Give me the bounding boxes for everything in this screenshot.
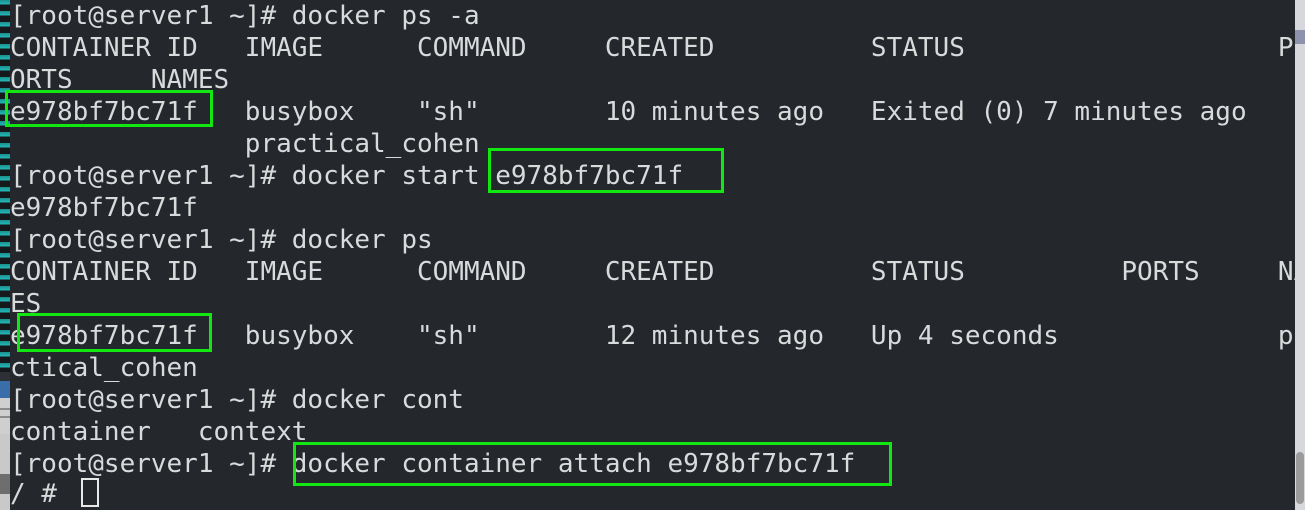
terminal-line-15: [root@server1 ~]# docker container attac… bbox=[10, 449, 856, 479]
terminal-line-7: e978bf7bc71f bbox=[10, 193, 198, 223]
terminal-line-8: [root@server1 ~]# docker ps bbox=[10, 225, 433, 255]
vertical-scrollbar[interactable] bbox=[1295, 0, 1305, 510]
background-window-icon bbox=[0, 474, 10, 494]
terminal-line-12: ctical_cohen bbox=[10, 353, 198, 383]
terminal-line-6: [root@server1 ~]# docker start e978bf7bc… bbox=[10, 161, 684, 191]
terminal-screenshot: [root@server1 ~]# docker ps -a CONTAINER… bbox=[0, 0, 1305, 510]
text-cursor bbox=[81, 478, 99, 507]
terminal-line-16: / # bbox=[10, 479, 73, 509]
terminal-line-4: e978bf7bc71f busybox "sh" 10 minutes ago… bbox=[10, 97, 1247, 127]
terminal-line-3: ORTS NAMES bbox=[10, 65, 230, 95]
terminal-line-11: e978bf7bc71f busybox "sh" 12 minutes ago… bbox=[10, 321, 1295, 351]
terminal-line-5: practical_cohen bbox=[10, 129, 480, 159]
terminal-line-13: [root@server1 ~]# docker cont bbox=[10, 385, 464, 415]
background-window-divider-1 bbox=[0, 408, 10, 410]
scrollbar-thumb[interactable] bbox=[1296, 452, 1304, 504]
background-window-sliver bbox=[0, 0, 10, 510]
terminal-line-10: ES bbox=[10, 289, 42, 319]
background-window-selected-row bbox=[0, 381, 10, 398]
background-window-stripes bbox=[0, 0, 10, 372]
terminal-output-area[interactable]: [root@server1 ~]# docker ps -a CONTAINER… bbox=[10, 0, 1295, 510]
background-window-divider-2 bbox=[0, 416, 10, 418]
terminal-line-9: CONTAINER ID IMAGE COMMAND CREATED STATU… bbox=[10, 257, 1295, 287]
terminal-line-1: [root@server1 ~]# docker ps -a bbox=[10, 1, 480, 31]
terminal-line-2: CONTAINER ID IMAGE COMMAND CREATED STATU… bbox=[10, 33, 1294, 63]
terminal-line-14: container context bbox=[10, 417, 308, 447]
background-window-gray-panel-bottom bbox=[0, 434, 10, 510]
scrollbar-corner-widget bbox=[1295, 30, 1305, 44]
